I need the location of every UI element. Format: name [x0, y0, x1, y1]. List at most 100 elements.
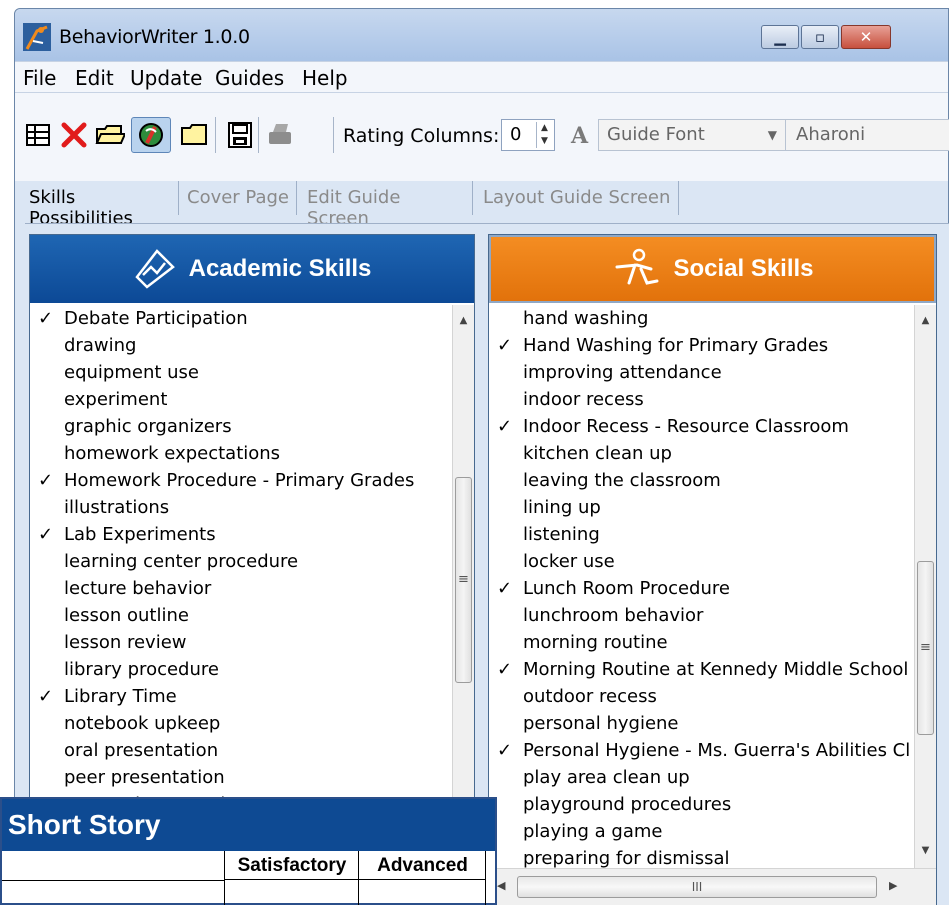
menu-edit[interactable]: Edit: [75, 66, 114, 90]
tab-layout-guide-screen[interactable]: Layout Guide Screen: [477, 181, 679, 215]
list-item[interactable]: play area clean up: [489, 764, 914, 791]
stepper-up-icon[interactable]: ▲: [537, 122, 552, 135]
font-name-select[interactable]: Aharoni: [785, 119, 949, 151]
list-item[interactable]: ✓ Hand Washing for Primary Grades: [489, 332, 914, 359]
list-item[interactable]: library procedure: [30, 656, 452, 683]
list-item[interactable]: lecture behavior: [30, 575, 452, 602]
maximize-button[interactable]: ▫: [801, 25, 839, 49]
list-item[interactable]: oral presentation: [30, 737, 452, 764]
chevron-down-icon[interactable]: ▼: [768, 128, 777, 142]
list-item[interactable]: ✓ Indoor Recess - Resource Classroom: [489, 413, 914, 440]
check-icon: ✓: [38, 470, 54, 491]
rating-columns-value[interactable]: 0: [510, 124, 521, 145]
scroll-up-icon[interactable]: ▲: [915, 315, 936, 326]
scroll-up-icon[interactable]: ▲: [453, 315, 474, 326]
list-item-label: playing a game: [523, 821, 663, 842]
scroll-down-icon[interactable]: ▼: [915, 845, 936, 856]
list-item[interactable]: improving attendance: [489, 359, 914, 386]
menu-update[interactable]: Update: [130, 66, 202, 90]
tab-skills-possibilities[interactable]: Skills Possibilities: [23, 181, 179, 229]
list-item[interactable]: ✓ Lab Experiments: [30, 521, 452, 548]
font-name-value: Aharoni: [796, 124, 866, 145]
toolbar-separator: [258, 117, 259, 153]
list-item[interactable]: ✓ Debate Participation: [30, 305, 452, 332]
close-button[interactable]: ✕: [841, 25, 891, 49]
social-skills-list: hand washing ✓ Hand Washing for Primary Gr…: [489, 305, 914, 868]
list-item[interactable]: preparing for dismissal: [489, 845, 914, 868]
list-item[interactable]: experiment: [30, 386, 452, 413]
list-item[interactable]: ✓ Personal Hygiene - Ms. Guerra's Abiliti…: [489, 737, 914, 764]
list-item[interactable]: notebook upkeep: [30, 710, 452, 737]
list-item[interactable]: morning routine: [489, 629, 914, 656]
horizontal-scrollbar-thumb[interactable]: III: [517, 876, 877, 898]
list-item[interactable]: hand washing: [489, 305, 914, 332]
list-item-label: lunchroom behavior: [523, 605, 704, 626]
list-item[interactable]: ✓ Morning Routine at Kennedy Middle Schoo…: [489, 656, 914, 683]
list-item[interactable]: indoor recess: [489, 386, 914, 413]
satisfactory-column: Satisfactory: [224, 851, 359, 905]
list-item-label: experiment: [64, 389, 168, 410]
folder-icon[interactable]: [179, 120, 209, 150]
list-item[interactable]: equipment use: [30, 359, 452, 386]
list-item[interactable]: peer presentation: [30, 764, 452, 791]
list-item[interactable]: drawing: [30, 332, 452, 359]
guide-font-select[interactable]: Guide Font ▼: [598, 119, 786, 151]
short-story-header: Short Story: [2, 799, 495, 851]
social-scrollbar[interactable]: ▲ ≡ ▼: [914, 305, 936, 868]
minimize-button[interactable]: ▁: [761, 25, 799, 49]
edit-guide-button[interactable]: [131, 117, 171, 153]
minimize-icon: ▁: [774, 28, 786, 46]
delete-icon[interactable]: [59, 120, 89, 150]
social-horizontal-scrollbar[interactable]: ◀ III ▶: [489, 868, 936, 905]
list-item[interactable]: lesson review: [30, 629, 452, 656]
scrollbar-thumb[interactable]: ≡: [455, 477, 472, 683]
list-item[interactable]: lunchroom behavior: [489, 602, 914, 629]
check-icon: ✓: [497, 578, 513, 599]
list-item[interactable]: leaving the classroom: [489, 467, 914, 494]
tab-cover-page[interactable]: Cover Page: [181, 181, 297, 215]
list-item[interactable]: kitchen clean up: [489, 440, 914, 467]
table-row-divider: [2, 880, 224, 881]
list-item-label: personal hygiene: [523, 713, 679, 734]
list-item[interactable]: locker use: [489, 548, 914, 575]
scrollbar-thumb[interactable]: ≡: [917, 561, 934, 735]
list-item[interactable]: graphic organizers: [30, 413, 452, 440]
list-item[interactable]: lesson outline: [30, 602, 452, 629]
close-icon: ✕: [859, 28, 873, 46]
menu-file[interactable]: File: [23, 66, 56, 90]
stepper-arrows[interactable]: ▲ ▼: [536, 122, 552, 148]
stepper-down-icon[interactable]: ▼: [537, 135, 552, 148]
check-icon: ✓: [497, 335, 513, 356]
title-bar: BehaviorWriter 1.0.0 ▁ ▫ ✕: [15, 9, 948, 61]
rating-columns-label: Rating Columns:: [343, 125, 500, 147]
list-item[interactable]: ✓ Lunch Room Procedure: [489, 575, 914, 602]
list-item-label: homework expectations: [64, 443, 281, 464]
list-item[interactable]: listening: [489, 521, 914, 548]
tab-bar: Skills Possibilities Cover Page Edit Gui…: [15, 181, 948, 229]
menu-guides[interactable]: Guides: [215, 66, 284, 90]
print-icon[interactable]: [265, 120, 295, 150]
list-item[interactable]: personal hygiene: [489, 710, 914, 737]
list-item[interactable]: ✓ Homework Procedure - Primary Grades: [30, 467, 452, 494]
app-window: BehaviorWriter 1.0.0 ▁ ▫ ✕ File Edit Upd…: [14, 8, 949, 905]
new-document-icon[interactable]: [23, 120, 53, 150]
rating-columns-stepper[interactable]: 0 ▲ ▼: [501, 119, 555, 151]
list-item[interactable]: outdoor recess: [489, 683, 914, 710]
list-item[interactable]: illustrations: [30, 494, 452, 521]
list-item-label: notebook upkeep: [64, 713, 221, 734]
scroll-left-icon[interactable]: ◀: [497, 879, 505, 892]
list-item[interactable]: lining up: [489, 494, 914, 521]
save-icon[interactable]: [225, 120, 255, 150]
list-item[interactable]: ✓ Library Time: [30, 683, 452, 710]
list-item[interactable]: playground procedures: [489, 791, 914, 818]
toolbar-separator: [215, 117, 216, 153]
menu-help[interactable]: Help: [302, 66, 348, 90]
list-item[interactable]: learning center procedure: [30, 548, 452, 575]
check-icon: ✓: [497, 416, 513, 437]
list-item-label: lining up: [523, 497, 601, 518]
open-folder-icon[interactable]: [95, 120, 125, 150]
tab-edit-guide-screen[interactable]: Edit Guide Screen: [301, 181, 473, 229]
scroll-right-icon[interactable]: ▶: [889, 879, 897, 892]
list-item[interactable]: playing a game: [489, 818, 914, 845]
list-item[interactable]: homework expectations: [30, 440, 452, 467]
